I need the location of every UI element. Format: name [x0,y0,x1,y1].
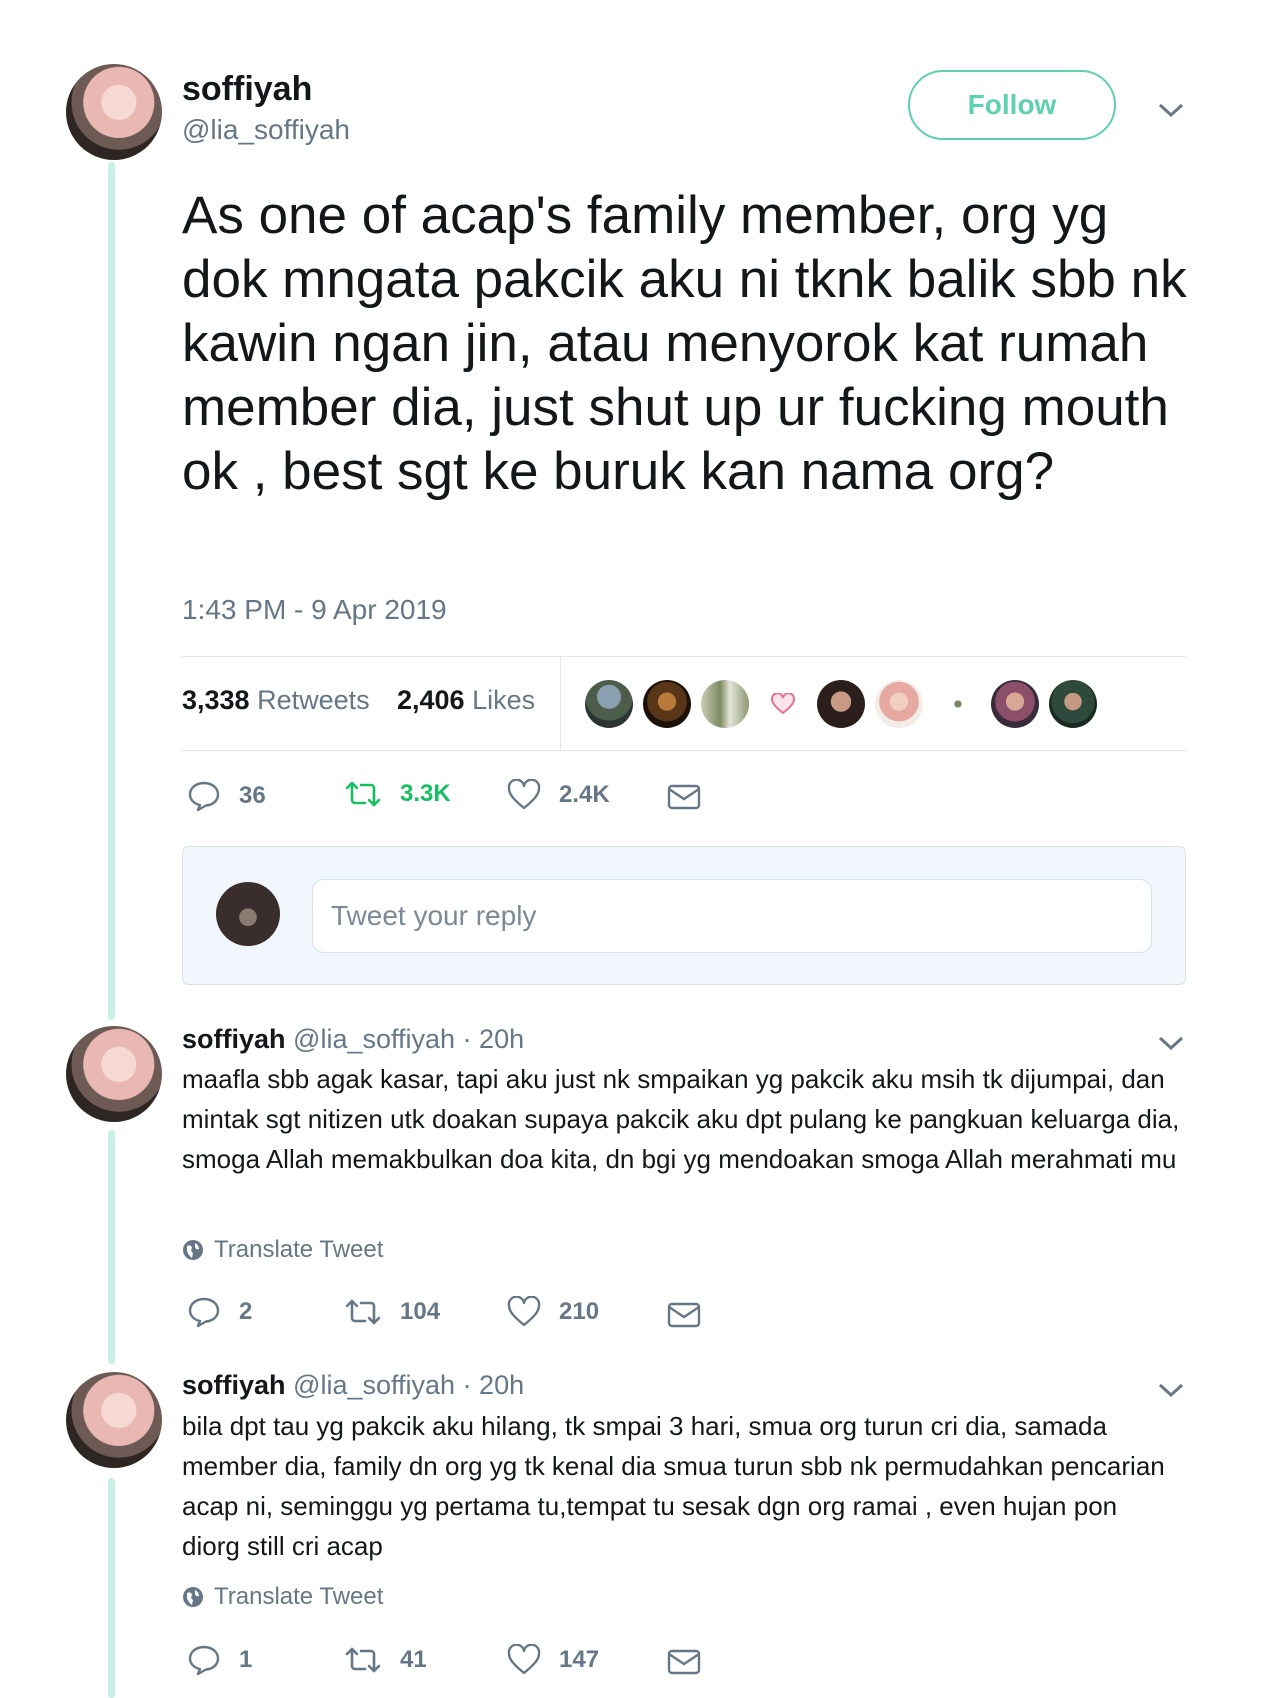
translate-label: Translate Tweet [214,1583,384,1610]
thread-line [108,162,115,1020]
envelope-icon [667,1302,701,1328]
avatar[interactable] [66,64,162,160]
reply-time[interactable]: · 20h [463,1024,525,1054]
envelope-icon [667,1649,701,1675]
retweets-label: Retweets [257,685,370,715]
like-count: 147 [559,1646,600,1673]
reply-action[interactable]: 2 [187,1295,252,1329]
liker-avatar[interactable] [991,680,1039,728]
reply-input[interactable]: Tweet your reply [312,879,1152,953]
author-name[interactable]: soffiyah [182,1370,286,1400]
author-handle[interactable]: @lia_soffiyah [182,114,350,146]
reply-icon [188,1645,220,1676]
retweets-stat[interactable]: 3,338 Retweets [182,685,370,716]
reply-count: 36 [239,782,266,809]
reply-count: 2 [239,1298,253,1325]
avatar[interactable] [66,1372,162,1468]
retweet-action[interactable]: 3.3K [344,779,451,809]
chevron-down-icon[interactable] [1157,101,1185,119]
translate-link[interactable]: Translate Tweet [182,1236,383,1264]
likes-label: Likes [472,685,536,715]
reply-icon [188,1297,220,1328]
heart-icon [507,779,541,810]
avatar [216,882,280,946]
retweet-action[interactable]: 104 [344,1297,440,1327]
retweet-icon [345,781,381,807]
dm-action[interactable] [667,1648,719,1676]
avatar[interactable] [66,1026,162,1122]
retweet-count: 41 [400,1646,427,1673]
like-action[interactable]: 210 [507,1296,599,1328]
dm-action[interactable] [667,1301,719,1329]
liker-avatar[interactable] [933,680,981,728]
heart-icon [507,1296,541,1327]
liker-avatar[interactable] [875,680,923,728]
retweet-icon [345,1647,381,1673]
retweet-count: 3.3K [400,780,451,807]
reply-action[interactable]: 36 [187,779,266,813]
thread-line [108,1130,115,1364]
reply-time[interactable]: · 20h [463,1370,525,1400]
chevron-down-icon[interactable] [1157,1034,1185,1052]
likes-count: 2,406 [397,685,465,715]
envelope-icon [667,784,701,810]
author-handle[interactable]: @lia_soffiyah [293,1370,455,1400]
translate-link[interactable]: Translate Tweet [182,1583,383,1611]
divider [182,750,1186,751]
reply-action[interactable]: 1 [187,1643,252,1677]
like-action[interactable]: 147 [507,1644,599,1676]
globe-icon [183,1240,203,1260]
like-count: 2.4K [559,781,610,808]
author-name[interactable]: soffiyah [182,70,312,109]
tweet-timestamp[interactable]: 1:43 PM - 9 Apr 2019 [182,594,447,626]
tweet-text: As one of acap's family member, org yg d… [182,186,1187,501]
liker-avatar[interactable] [643,680,691,728]
like-action[interactable]: 2.4K [507,779,610,811]
reply-header: soffiyah @lia_soffiyah · 20h [182,1024,524,1055]
follow-button[interactable]: Follow [908,70,1116,140]
thread-line [108,1478,115,1698]
liker-avatar[interactable] [817,680,865,728]
reply-text: maafla sbb agak kasar, tapi aku just nk … [182,1064,1180,1174]
retweet-count: 104 [400,1298,441,1325]
heart-icon [770,693,796,715]
author-handle[interactable]: @lia_soffiyah [293,1024,455,1054]
reply-count: 1 [239,1646,253,1673]
dm-action[interactable] [667,783,719,811]
like-count: 210 [559,1298,600,1325]
liker-avatar[interactable] [701,680,749,728]
liker-avatar[interactable] [1049,680,1097,728]
liker-avatar[interactable] [759,680,807,728]
globe-icon [183,1587,203,1607]
retweet-action[interactable]: 41 [344,1645,427,1675]
reply-text: bila dpt tau yg pakcik aku hilang, tk sm… [182,1411,1165,1561]
retweets-count: 3,338 [182,685,250,715]
likes-stat[interactable]: 2,406 Likes [397,685,535,716]
heart-icon [507,1644,541,1675]
reply-header: soffiyah @lia_soffiyah · 20h [182,1370,524,1401]
liker-avatar[interactable] [585,680,633,728]
divider [560,657,561,750]
retweet-icon [345,1299,381,1325]
chevron-down-icon[interactable] [1157,1381,1185,1399]
author-name[interactable]: soffiyah [182,1024,286,1054]
divider [182,656,1186,657]
translate-label: Translate Tweet [214,1236,384,1263]
reply-icon [188,781,220,812]
